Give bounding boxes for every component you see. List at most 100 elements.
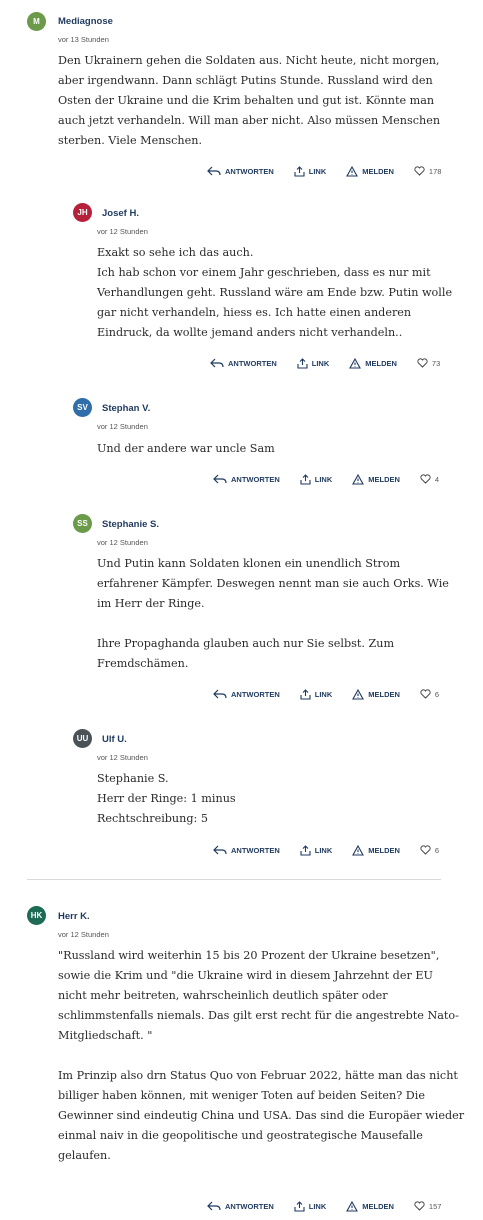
heart-icon	[420, 474, 431, 484]
comment-line: billiger haben können, mit weniger Toten…	[58, 1089, 425, 1102]
thread-divider	[27, 879, 441, 880]
link-label: LINK	[314, 845, 333, 855]
report-button[interactable]: MELDEN	[352, 844, 400, 856]
comment-line: Rechtschreibung: 5	[97, 812, 208, 825]
report-button[interactable]: MELDEN	[352, 688, 400, 700]
reply-icon	[213, 689, 227, 699]
report-label: MELDEN	[368, 845, 400, 855]
timestamp: vor 12 Stunden	[97, 538, 148, 547]
report-label: MELDEN	[365, 358, 397, 368]
link-button[interactable]: LINK	[294, 1200, 326, 1212]
reply-button[interactable]: ANTWORTEN	[207, 1201, 274, 1211]
comment-line: sterben. Viele Menschen.	[58, 134, 203, 147]
report-button[interactable]: MELDEN	[352, 473, 400, 485]
author-name[interactable]: Ulf U.	[102, 734, 127, 745]
link-button[interactable]: LINK	[297, 357, 329, 369]
report-label: MELDEN	[362, 1201, 394, 1211]
avatar: SV	[73, 398, 92, 417]
reply-label: ANTWORTEN	[225, 1201, 274, 1211]
warning-icon	[352, 844, 365, 856]
report-button[interactable]: MELDEN	[349, 357, 397, 369]
author-name[interactable]: Stephanie S.	[102, 519, 159, 530]
warning-icon	[349, 357, 362, 369]
warning-icon	[346, 1200, 359, 1212]
comment-actions: ANTWORTEN LINK MELDEN 73	[210, 356, 440, 370]
comment-line: "Russland wird weiterhin 15 bis 20 Proze…	[58, 949, 440, 962]
share-icon	[300, 844, 311, 856]
comment-line: erfahrener Kämpfer. Deswegen nennt man s…	[97, 577, 449, 590]
reply-label: ANTWORTEN	[228, 358, 277, 368]
heart-icon	[420, 689, 431, 699]
comment-line: sowie die Krim und "die Ukraine wird in …	[58, 969, 433, 982]
timestamp: vor 12 Stunden	[58, 930, 109, 939]
avatar: M	[27, 12, 46, 31]
report-button[interactable]: MELDEN	[346, 165, 394, 177]
author-name[interactable]: Herr K.	[58, 911, 90, 922]
share-icon	[300, 688, 311, 700]
timestamp: vor 12 Stunden	[97, 422, 148, 431]
comment-line: Und Putin kann Soldaten klonen ein unend…	[97, 557, 401, 570]
comment-line: Und der andere war uncle Sam	[97, 442, 275, 455]
heart-icon	[414, 1201, 425, 1211]
comment-line: Herr der Ringe: 1 minus	[97, 792, 236, 805]
avatar: HK	[27, 906, 46, 925]
comment-line: Den Ukrainern gehen die Soldaten aus. Ni…	[58, 54, 440, 67]
like-count: 157	[428, 1201, 442, 1211]
author-name[interactable]: Mediagnose	[58, 16, 113, 27]
comment-line: Mitgliedschaft. "	[58, 1029, 153, 1042]
link-button[interactable]: LINK	[300, 844, 333, 856]
comment-body: Exakt so sehe ich das auch. Ich hab scho…	[97, 243, 457, 343]
link-label: LINK	[314, 474, 333, 484]
like-button[interactable]: 4	[420, 474, 439, 484]
link-label: LINK	[308, 166, 327, 176]
reply-icon	[213, 474, 227, 484]
timestamp: vor 13 Stunden	[58, 35, 109, 44]
warning-icon	[346, 165, 359, 177]
like-count: 6	[434, 689, 440, 699]
avatar: JH	[73, 203, 92, 222]
report-button[interactable]: MELDEN	[346, 1200, 394, 1212]
comment-line: gelaufen.	[58, 1149, 111, 1162]
comment-line: Ihre Propaghanda glauben auch nur Sie se…	[97, 637, 395, 650]
author-name[interactable]: Stephan V.	[102, 403, 150, 414]
link-button[interactable]: LINK	[300, 688, 333, 700]
share-icon	[300, 473, 311, 485]
reply-label: ANTWORTEN	[231, 845, 280, 855]
reply-button[interactable]: ANTWORTEN	[213, 474, 280, 484]
avatar: SS	[73, 514, 92, 533]
reply-button[interactable]: ANTWORTEN	[213, 845, 280, 855]
warning-icon	[352, 473, 365, 485]
like-button[interactable]: 157	[414, 1201, 442, 1211]
report-label: MELDEN	[362, 166, 394, 176]
comment-line: nicht mehr beitreten, wahrscheinlich deu…	[58, 989, 388, 1002]
reply-label: ANTWORTEN	[231, 474, 280, 484]
reply-button[interactable]: ANTWORTEN	[213, 689, 280, 699]
like-button[interactable]: 178	[414, 166, 442, 176]
like-count: 4	[434, 474, 440, 484]
comment-line: Fremdschämen.	[97, 657, 189, 670]
comment-body: Stephanie S. Herr der Ringe: 1 minus Rec…	[97, 769, 457, 829]
comment-line: auch jetzt verhandeln. Will man aber nic…	[58, 114, 441, 127]
author-name[interactable]: Josef H.	[102, 208, 139, 219]
like-button[interactable]: 73	[417, 358, 440, 368]
reply-icon	[207, 166, 221, 176]
like-button[interactable]: 6	[420, 689, 439, 699]
like-count: 178	[428, 166, 442, 176]
link-label: LINK	[314, 689, 333, 699]
comment-line: Stephanie S.	[97, 772, 169, 785]
comment-actions: ANTWORTEN LINK MELDEN 4	[213, 472, 439, 486]
comment-line: aber irgendwann. Dann schlägt Putins Stu…	[58, 74, 433, 87]
comment-line: Exakt so sehe ich das auch.	[97, 246, 254, 259]
like-button[interactable]: 6	[420, 845, 439, 855]
comment-line: gar nicht verhandeln, hiess es. Ich hatt…	[97, 306, 412, 319]
comment-line: Verhandlungen geht. Russland wäre am End…	[97, 286, 453, 299]
reply-button[interactable]: ANTWORTEN	[207, 166, 274, 176]
reply-button[interactable]: ANTWORTEN	[210, 358, 277, 368]
comment-line: Gewinner sind eindeutig China und USA. D…	[58, 1109, 465, 1122]
link-button[interactable]: LINK	[294, 165, 327, 177]
heart-icon	[414, 166, 425, 176]
comment-body: Und der andere war uncle Sam	[97, 439, 457, 459]
link-button[interactable]: LINK	[300, 473, 333, 485]
comment-line: Osten der Ukraine und die Krim behalten …	[58, 94, 435, 107]
reply-label: ANTWORTEN	[225, 166, 274, 176]
